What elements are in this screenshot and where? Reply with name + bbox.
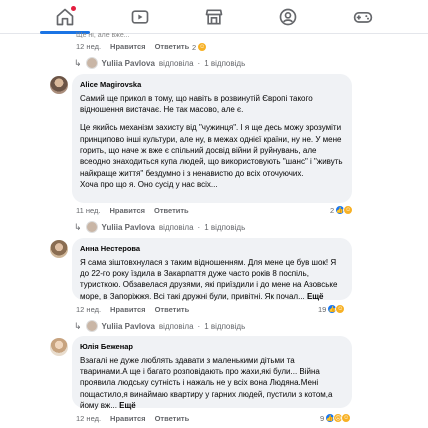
comment-meta: 12 нед. Нравится Ответить	[76, 42, 206, 51]
groups-icon	[280, 8, 297, 25]
reply-count: 1 відповідь	[204, 321, 246, 331]
reply-button[interactable]: Ответить	[154, 206, 189, 215]
reply-button[interactable]: Ответить	[155, 42, 190, 51]
comment-time[interactable]: 12 нед.	[76, 414, 101, 423]
comment-text: Я сама зіштовхнулася з таким відношенням…	[80, 257, 344, 302]
care-reaction-icon: ☺	[335, 304, 346, 314]
reply-verb: відповіла	[158, 58, 194, 68]
comment-text: Взагалі не дуже люблять здавати з малень…	[80, 355, 344, 412]
reply-count: 1 відповідь	[204, 58, 246, 68]
partial-comment-text: Ще ні, але вже...	[76, 32, 130, 38]
comment-meta: 12 нед. Нравится Ответить	[76, 305, 206, 314]
care-reaction-icon: ☺	[341, 413, 352, 423]
comment-meta: 11 нед. Нравится Ответить	[76, 206, 206, 215]
reply-author: Yuliia Pavlova	[101, 321, 155, 331]
separator: ·	[197, 321, 201, 331]
store-icon	[205, 9, 223, 24]
marketplace-tab[interactable]	[203, 6, 225, 28]
video-tab[interactable]	[129, 6, 151, 28]
comment-bubble: Alice Magirovska Самий ще прикол в тому,…	[72, 74, 352, 203]
like-button[interactable]: Нравится	[110, 414, 146, 423]
reply-count: 1 відповідь	[204, 222, 246, 232]
reply-arrow-icon: ↳	[74, 320, 82, 331]
comment-author[interactable]: Alice Magirovska	[80, 80, 344, 91]
view-replies[interactable]: ↳ Yuliia Pavlova відповіла · 1 відповідь	[74, 221, 245, 233]
reply-arrow-icon: ↳	[74, 221, 82, 232]
comment-body: Взагалі не дуже люблять здавати з малень…	[80, 355, 333, 411]
separator: ·	[197, 58, 201, 68]
comment-time[interactable]: 12 нед.	[76, 42, 101, 51]
reply-author: Yuliia Pavlova	[101, 222, 155, 232]
separator: ·	[197, 222, 201, 232]
view-replies[interactable]: ↳ Yuliia Pavlova відповіла · 1 відповідь	[74, 320, 245, 332]
comment-body: Я сама зіштовхнулася з таким відношенням…	[80, 257, 338, 301]
reply-arrow-icon: ↳	[74, 57, 82, 68]
comment-author[interactable]: Анна Нестерова	[80, 244, 344, 255]
reaction-count[interactable]: 2 ☺	[192, 42, 208, 52]
see-more-link[interactable]: Ещё	[119, 401, 136, 410]
groups-tab[interactable]	[277, 6, 299, 28]
avatar	[85, 320, 98, 332]
reply-button[interactable]: Ответить	[155, 305, 190, 314]
reaction-number: 9	[320, 413, 325, 423]
avatar[interactable]	[50, 76, 68, 94]
video-icon	[131, 9, 148, 24]
comment-author[interactable]: Юлія Беженар	[80, 342, 344, 353]
comment-time[interactable]: 11 нед.	[76, 206, 100, 215]
reply-button[interactable]: Ответить	[155, 414, 190, 423]
see-more-link[interactable]: Ещё	[307, 292, 324, 301]
comment-paragraph: Це якийсь механізм захисту від "чужинця"…	[80, 123, 343, 190]
reply-verb: відповіла	[158, 222, 194, 232]
reaction-number: 19	[318, 304, 327, 314]
comment-paragraph: Самий ще прикол в тому, що навіть в розв…	[80, 93, 313, 114]
care-reaction-icon: ☺	[343, 205, 354, 215]
comment-bubble: Юлія Беженар Взагалі не дуже люблять зда…	[72, 336, 352, 410]
home-tab[interactable]	[40, 5, 91, 34]
reply-author: Yuliia Pavlova	[101, 58, 155, 68]
reaction-number: 2	[330, 205, 335, 215]
like-button[interactable]: Нравится	[110, 42, 146, 51]
reaction-count[interactable]: 9 👍 ☹ ☺	[320, 413, 352, 423]
avatar	[85, 57, 98, 69]
reaction-count[interactable]: 19 👍 ☺	[318, 304, 346, 314]
view-replies[interactable]: ↳ Yuliia Pavlova відповіла · 1 відповідь	[74, 57, 245, 69]
avatar[interactable]	[50, 338, 68, 356]
reaction-number: 2	[192, 42, 197, 52]
notification-dot	[71, 5, 77, 11]
care-reaction-icon: ☺	[197, 42, 208, 52]
comment-time[interactable]: 12 нед.	[76, 305, 101, 314]
like-button[interactable]: Нравится	[110, 305, 146, 314]
like-button[interactable]: Нравится	[109, 206, 145, 215]
gaming-tab[interactable]	[352, 6, 374, 28]
comment-bubble: Анна Нестерова Я сама зіштовхнулася з та…	[72, 238, 352, 302]
reply-verb: відповіла	[158, 321, 194, 331]
avatar[interactable]	[50, 240, 68, 258]
gaming-icon	[353, 11, 372, 23]
reaction-count[interactable]: 2 👍 ☺	[330, 205, 354, 215]
top-navigation	[0, 0, 428, 34]
comment-meta: 12 нед. Нравится Ответить	[76, 414, 206, 423]
avatar	[85, 221, 98, 233]
